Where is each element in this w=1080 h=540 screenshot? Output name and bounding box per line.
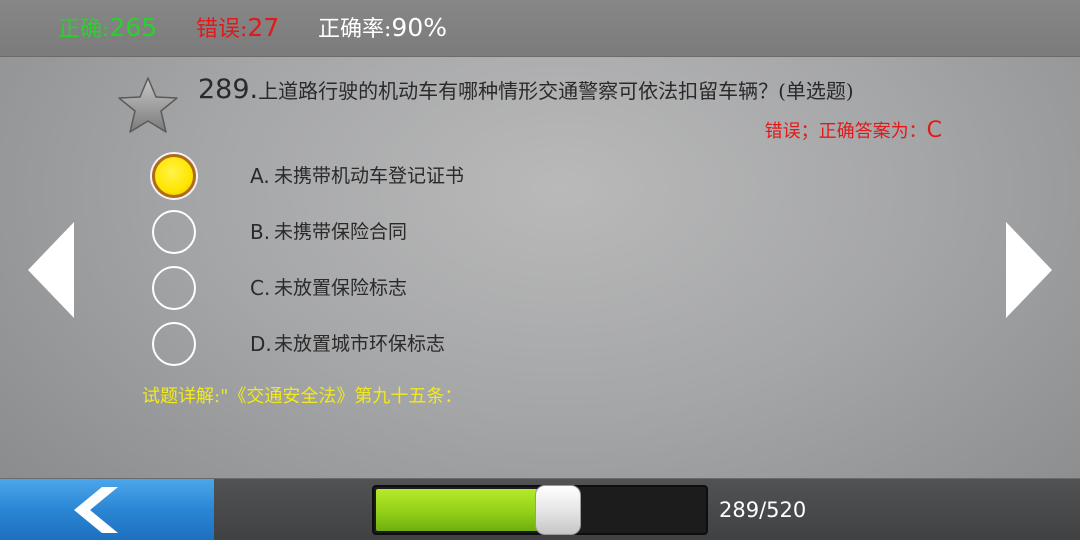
accuracy-rate: 正确率:90% (318, 10, 447, 46)
option-text: 未携带机动车登记证书 (274, 165, 465, 187)
option-letter: C. (250, 276, 271, 300)
answer-feedback: 错误；正确答案为：C (765, 116, 942, 146)
star-icon[interactable] (116, 76, 180, 134)
question-text: 289.上道路行驶的机动车有哪种情形交通警察可依法扣留车辆？(单选题) (198, 72, 958, 108)
radio-icon[interactable] (152, 266, 196, 310)
option-letter: D. (250, 332, 272, 356)
option-letter: B. (250, 220, 271, 244)
wrong-count: 错误:27 (196, 10, 279, 46)
progress-fill (376, 489, 559, 531)
back-arrow-icon (74, 487, 118, 533)
question-body: 上道路行驶的机动车有哪种情形交通警察可依法扣留车辆？(单选题) (258, 79, 854, 103)
chevron-right-icon[interactable] (1006, 222, 1052, 318)
stats-bar: 正确:265 错误:27 正确率:90% (0, 0, 1080, 57)
wrong-value: 27 (247, 13, 280, 42)
page-counter: 289/520 (719, 498, 807, 522)
chevron-left-icon[interactable] (28, 222, 74, 318)
option-d[interactable]: D. 未放置城市环保标志 (150, 320, 570, 372)
option-text: 未携带保险合同 (274, 221, 408, 243)
rate-label: 正确率: (318, 17, 392, 42)
option-text: 未放置城市环保标志 (274, 333, 446, 355)
radio-selected-icon[interactable] (152, 154, 196, 198)
correct-count: 正确:265 (58, 10, 157, 46)
quiz-screen: 正确:265 错误:27 正确率:90% 289.上道路行驶的机动车有哪种情形交… (0, 0, 1080, 540)
back-button[interactable] (0, 479, 214, 540)
radio-icon[interactable] (152, 210, 196, 254)
progress-slider[interactable] (372, 485, 708, 535)
correct-label: 正确: (58, 17, 110, 42)
slider-handle[interactable] (535, 485, 582, 535)
radio-icon[interactable] (152, 322, 196, 366)
option-a[interactable]: A. 未携带机动车登记证书 (150, 152, 570, 204)
option-letter: A. (250, 164, 270, 188)
wrong-label: 错误: (196, 17, 248, 42)
option-text: 未放置保险标志 (274, 277, 408, 299)
correct-value: 265 (109, 13, 158, 42)
option-b[interactable]: B. 未携带保险合同 (150, 208, 570, 260)
rate-value: 90% (391, 13, 447, 42)
correct-answer: C (926, 118, 942, 143)
answer-label: 错误；正确答案为： (764, 121, 927, 142)
question-number: 289. (198, 74, 259, 105)
option-c[interactable]: C. 未放置保险标志 (150, 264, 570, 316)
explanation-text: 试题详解:"《交通安全法》第九十五条： (142, 386, 463, 407)
bottom-bar: 289/520 (0, 478, 1080, 540)
